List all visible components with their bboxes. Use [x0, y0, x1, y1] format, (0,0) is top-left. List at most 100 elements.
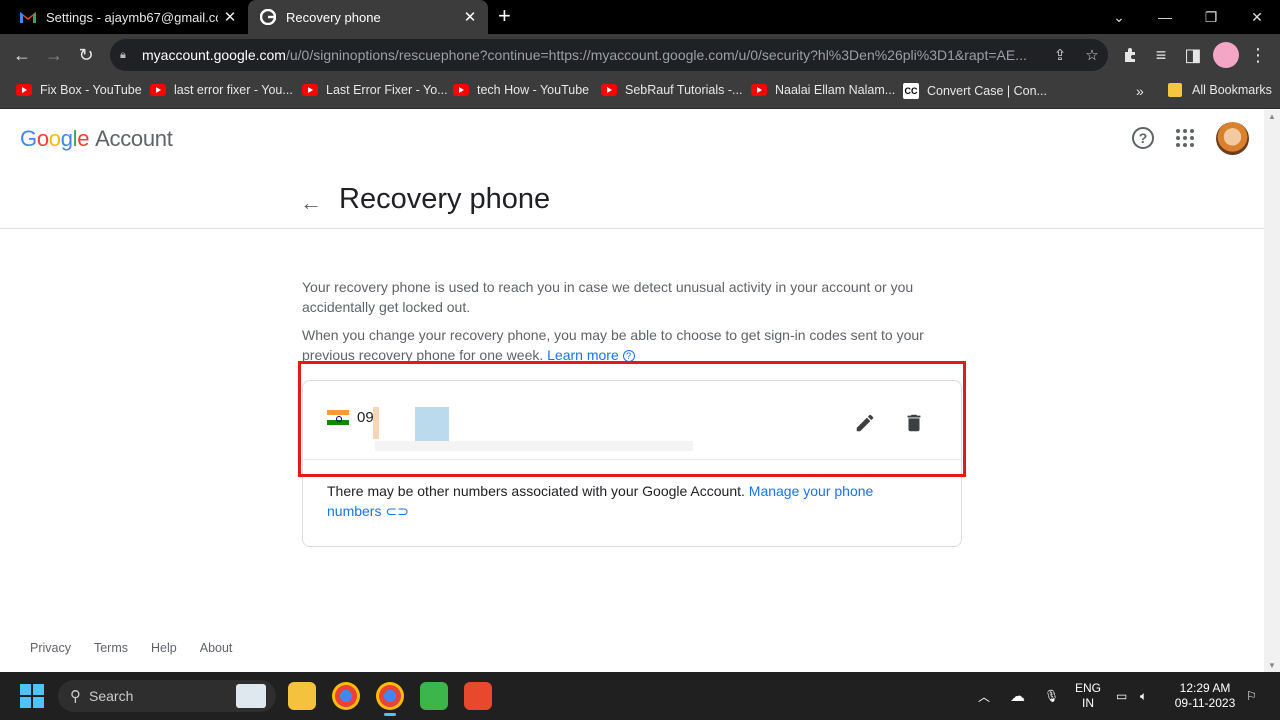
tab-strip: Settings - ajaymb67@gmail.com ✕ Recovery…: [0, 0, 1280, 34]
all-bookmarks-label: All Bookmarks: [1192, 83, 1272, 97]
tab-title: Recovery phone: [286, 9, 381, 25]
lang-bottom: IN: [1082, 696, 1094, 710]
forward-icon[interactable]: →: [41, 42, 67, 68]
notifications-icon[interactable]: ⚐: [1246, 672, 1257, 720]
page-content: Google Account ? ← Recovery phone Your r…: [0, 110, 1264, 672]
google-account-logo[interactable]: Google Account: [20, 126, 173, 152]
gmail-icon: [20, 9, 36, 25]
volume-icon[interactable]: 🔈︎: [1140, 672, 1147, 720]
new-tab-icon[interactable]: +: [498, 5, 511, 27]
show-hidden-icons-icon[interactable]: ︿: [978, 672, 990, 720]
bookmark-label: Convert Case | Con...: [927, 84, 1047, 98]
camtasia-red-icon[interactable]: [464, 682, 492, 710]
bookmark-item[interactable]: Naalai Ellam Nalam...: [751, 83, 895, 97]
search-icon: ⚲: [70, 688, 81, 705]
back-arrow-icon[interactable]: ←: [300, 190, 322, 216]
profile-avatar-icon[interactable]: [1213, 42, 1239, 68]
bookmarks-overflow-button[interactable]: »: [1136, 83, 1144, 99]
address-bar[interactable]: 🔒︎ myaccount.google.com/u/0/signinoption…: [110, 39, 1108, 71]
search-highlight-image: [236, 684, 266, 708]
logo-account-text: Account: [95, 126, 173, 151]
footer-links: Privacy Terms Help About: [30, 641, 255, 655]
taskbar-search[interactable]: ⚲ Search: [58, 680, 276, 712]
manage-link-label: numbers: [327, 503, 382, 519]
windows-start-icon[interactable]: [20, 684, 44, 708]
url-text[interactable]: myaccount.google.com/u/0/signinoptions/r…: [142, 47, 1044, 63]
camtasia-green-icon[interactable]: [420, 682, 448, 710]
browser-toolbar: ← → ↻ 🔒︎ myaccount.google.com/u/0/signin…: [0, 34, 1280, 76]
lock-icon[interactable]: 🔒︎: [120, 49, 136, 62]
google-icon: [260, 9, 276, 25]
media-control-icon[interactable]: ≡: [1148, 42, 1174, 68]
tab-recovery-phone[interactable]: Recovery phone ✕: [248, 0, 488, 34]
cc-icon: CC: [903, 83, 919, 99]
footer-about-link[interactable]: About: [200, 641, 233, 655]
network-icon[interactable]: ▭: [1116, 672, 1127, 720]
youtube-icon: [453, 84, 469, 96]
youtube-icon: [751, 84, 767, 96]
extensions-icon[interactable]: [1117, 42, 1143, 68]
chrome-icon[interactable]: [332, 682, 360, 710]
footer-privacy-link[interactable]: Privacy: [30, 641, 71, 655]
page-scrollbar[interactable]: ▲ ▼: [1264, 110, 1280, 672]
close-window-icon[interactable]: ✕: [1234, 0, 1280, 34]
bookmark-label: SebRauf Tutorials -...: [625, 83, 743, 97]
header-divider: [0, 228, 1264, 229]
all-bookmarks-button[interactable]: All Bookmarks: [1168, 83, 1272, 97]
back-icon[interactable]: ←: [9, 42, 35, 68]
language-indicator[interactable]: ENG IN: [1072, 672, 1104, 720]
manage-link-label: Manage your phone: [748, 483, 874, 499]
bookmark-item[interactable]: tech How - YouTube: [453, 83, 589, 97]
reload-icon[interactable]: ↻: [73, 42, 99, 68]
side-panel-icon[interactable]: ◨: [1180, 42, 1206, 68]
restore-icon[interactable]: ❐: [1188, 0, 1234, 34]
clock-time: 12:29 AM: [1179, 681, 1231, 695]
tab-title: Settings - ajaymb67@gmail.com: [46, 9, 218, 25]
help-icon[interactable]: ?: [1132, 127, 1154, 149]
taskbar-search-label: Search: [89, 688, 134, 704]
clock-date: 09-11-2023: [1174, 696, 1236, 710]
scroll-up-icon[interactable]: ▲: [1268, 112, 1276, 121]
close-tab-icon[interactable]: ✕: [458, 8, 482, 26]
highlight-box: [298, 361, 966, 477]
apps-grid-icon[interactable]: [1176, 129, 1194, 147]
footer-terms-link[interactable]: Terms: [94, 641, 128, 655]
url-path: /u/0/signinoptions/rescuephone?continue=…: [285, 47, 1027, 63]
bookmark-item[interactable]: CC Convert Case | Con...: [903, 83, 1047, 99]
bookmark-star-icon[interactable]: ☆: [1076, 46, 1108, 64]
share-icon[interactable]: ⇪: [1044, 46, 1076, 64]
other-numbers-label: There may be other numbers associated wi…: [327, 483, 745, 499]
microphone-icon[interactable]: 🎙︎: [1044, 672, 1059, 720]
bookmark-item[interactable]: SebRauf Tutorials -...: [601, 83, 742, 97]
account-avatar[interactable]: [1216, 122, 1249, 155]
bookmarks-bar: Fix Box - YouTube last error fixer - You…: [0, 76, 1280, 109]
bookmark-item[interactable]: Last Error Fixer - Yo...: [302, 83, 448, 97]
link-icon: ⊂⊃: [385, 503, 409, 519]
clock[interactable]: 12:29 AM 09-11-2023: [1170, 672, 1240, 720]
bookmark-label: tech How - YouTube: [477, 83, 590, 97]
onedrive-icon[interactable]: ☁: [1010, 672, 1025, 720]
close-tab-icon[interactable]: ✕: [218, 8, 242, 26]
bookmark-label: Last Error Fixer - Yo...: [326, 83, 448, 97]
minimize-icon[interactable]: —: [1142, 0, 1188, 34]
other-numbers-text: There may be other numbers associated wi…: [327, 481, 927, 521]
file-explorer-icon[interactable]: [288, 682, 316, 710]
google-logo: Google: [20, 126, 90, 151]
description-paragraph: Your recovery phone is used to reach you…: [302, 279, 914, 315]
menu-icon[interactable]: ⋮: [1245, 42, 1271, 68]
scroll-down-icon[interactable]: ▼: [1268, 661, 1276, 670]
tab-gmail-settings[interactable]: Settings - ajaymb67@gmail.com ✕: [8, 0, 248, 34]
youtube-icon: [302, 84, 318, 96]
bookmark-item[interactable]: last error fixer - You...: [150, 83, 293, 97]
tab-search-icon[interactable]: ⌄: [1096, 0, 1142, 34]
youtube-icon: [601, 84, 617, 96]
change-info-paragraph: When you change your recovery phone, you…: [302, 325, 962, 365]
bookmark-item[interactable]: Fix Box - YouTube: [16, 83, 142, 97]
page-title: Recovery phone: [339, 183, 551, 215]
url-host: myaccount.google.com: [142, 47, 286, 63]
bookmark-label: Naalai Ellam Nalam...: [775, 83, 896, 97]
chrome-profile-icon[interactable]: [376, 682, 404, 716]
youtube-icon: [16, 84, 32, 96]
youtube-icon: [150, 84, 166, 96]
footer-help-link[interactable]: Help: [151, 641, 177, 655]
